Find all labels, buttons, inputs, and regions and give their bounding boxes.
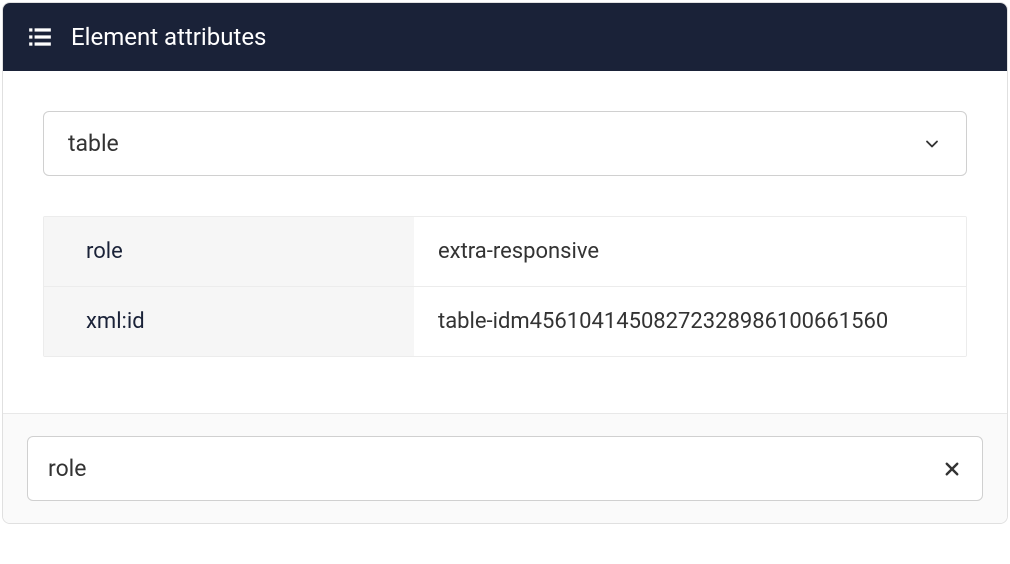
- panel-footer: [3, 413, 1007, 523]
- list-icon: [27, 24, 53, 50]
- panel-header: Element attributes: [3, 3, 1007, 71]
- attribute-input[interactable]: [28, 437, 930, 500]
- attribute-name: role: [44, 217, 414, 286]
- chevron-down-icon: [922, 134, 942, 154]
- clear-button[interactable]: [930, 447, 974, 491]
- panel-body: table role extra-responsive xml:id table…: [3, 71, 1007, 413]
- element-select[interactable]: table: [43, 111, 967, 176]
- element-select-value: table: [68, 130, 119, 157]
- attribute-value: table-idm45610414508272328986100661560: [414, 287, 966, 356]
- attribute-name: xml:id: [44, 287, 414, 356]
- element-attributes-panel: Element attributes table role extra-resp…: [2, 2, 1008, 524]
- close-icon: [943, 460, 961, 478]
- attribute-input-wrap: [27, 436, 983, 501]
- table-row[interactable]: role extra-responsive: [44, 217, 966, 287]
- attributes-table: role extra-responsive xml:id table-idm45…: [43, 216, 967, 357]
- attribute-value: extra-responsive: [414, 217, 966, 286]
- table-row[interactable]: xml:id table-idm456104145082723289861006…: [44, 287, 966, 356]
- panel-title: Element attributes: [71, 23, 266, 51]
